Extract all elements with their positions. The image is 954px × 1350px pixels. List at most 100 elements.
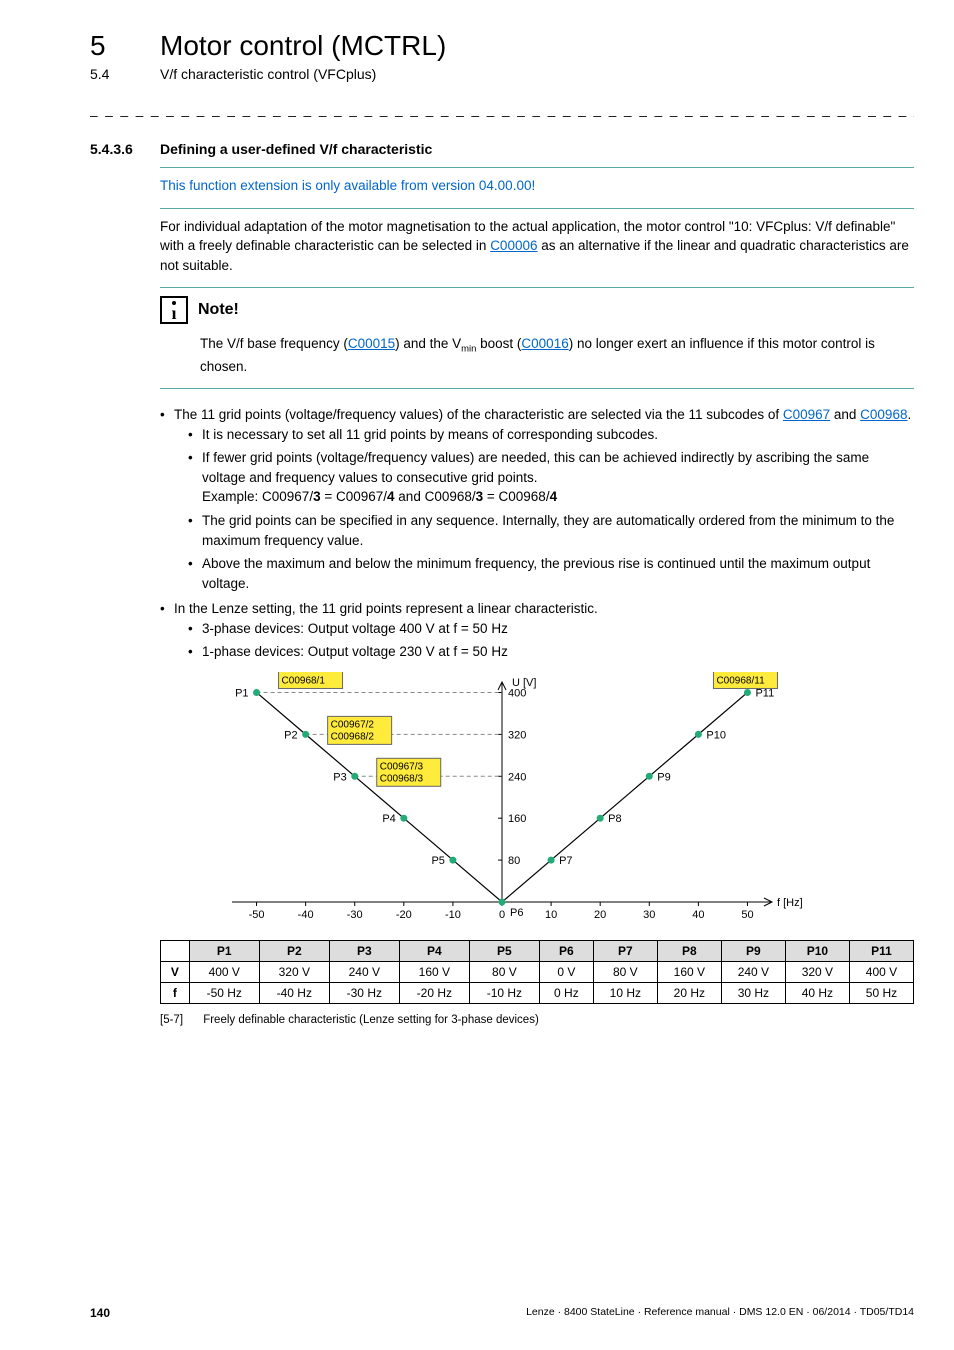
- svg-text:C00967/2: C00967/2: [331, 719, 375, 730]
- grid-points-table: P1P2P3P4P5P6P7P8P9P10P11 V400 V320 V240 …: [160, 940, 914, 1004]
- list-item: 3-phase devices: Output voltage 400 V at…: [188, 619, 914, 639]
- link-c00016[interactable]: C00016: [521, 336, 568, 351]
- table-cell: -50 Hz: [189, 982, 259, 1003]
- svg-text:P4: P4: [382, 813, 395, 825]
- svg-text:0: 0: [499, 909, 505, 921]
- table-header-cell: P4: [399, 940, 469, 961]
- svg-text:U [V]: U [V]: [512, 677, 536, 689]
- table-cell: -20 Hz: [399, 982, 469, 1003]
- svg-text:20: 20: [594, 909, 606, 921]
- section-heading: 5.4.3.6 Defining a user-defined V/f char…: [90, 141, 914, 157]
- svg-text:P11: P11: [755, 687, 774, 699]
- svg-text:P1: P1: [235, 687, 248, 699]
- table-cell: -40 Hz: [259, 982, 329, 1003]
- note-text: ) and the V: [395, 336, 461, 351]
- list-text: In the Lenze setting, the 11 grid points…: [174, 601, 598, 616]
- table-cell: 400 V: [189, 961, 259, 982]
- table-cell: 400 V: [849, 961, 913, 982]
- svg-text:C00967/3: C00967/3: [380, 761, 424, 772]
- svg-text:-30: -30: [347, 909, 363, 921]
- divider: [160, 167, 914, 168]
- svg-text:f [Hz]: f [Hz]: [777, 897, 803, 909]
- svg-text:C00967/1: C00967/1: [282, 672, 326, 674]
- list-item: Above the maximum and below the minimum …: [188, 554, 914, 593]
- list-item: In the Lenze setting, the 11 grid points…: [160, 599, 914, 662]
- section-title: Defining a user-defined V/f characterist…: [160, 141, 432, 157]
- svg-text:40: 40: [692, 909, 704, 921]
- link-c00968[interactable]: C00968: [860, 407, 907, 422]
- svg-text:C00968/11: C00968/11: [716, 675, 765, 686]
- svg-text:P3: P3: [333, 771, 346, 783]
- table-row: V400 V320 V240 V160 V80 V0 V80 V160 V240…: [161, 961, 914, 982]
- table-header-cell: P8: [657, 940, 721, 961]
- vf-chart: -50-40-30-20-100102030405080160240320400…: [90, 672, 914, 932]
- table-cell: 20 Hz: [657, 982, 721, 1003]
- table-cell: 80 V: [469, 961, 539, 982]
- svg-text:P5: P5: [431, 855, 444, 867]
- list-item: 1-phase devices: Output voltage 230 V at…: [188, 642, 914, 662]
- note-block: ı Note! The V/f base frequency (C00015) …: [160, 287, 914, 389]
- subsection-title: V/f characteristic control (VFCplus): [160, 66, 376, 82]
- note-header: ı Note!: [160, 296, 914, 324]
- list-text: The 11 grid points (voltage/frequency va…: [174, 407, 783, 422]
- chapter-number: 5: [90, 30, 160, 62]
- caption-tag: [5-7]: [160, 1014, 200, 1026]
- note-body: The V/f base frequency (C00015) and the …: [200, 334, 914, 376]
- table-cell: -30 Hz: [329, 982, 399, 1003]
- svg-text:-40: -40: [298, 909, 314, 921]
- table-header-cell: P11: [849, 940, 913, 961]
- svg-text:320: 320: [508, 729, 526, 741]
- list-text: If fewer grid points (voltage/frequency …: [202, 450, 869, 485]
- note-text: boost (: [476, 336, 521, 351]
- note-title: Note!: [198, 301, 239, 319]
- table-cell: 0 V: [539, 961, 593, 982]
- figure-caption: [5-7] Freely definable characteristic (L…: [160, 1014, 914, 1026]
- svg-text:P9: P9: [657, 771, 670, 783]
- svg-text:C00967/11: C00967/11: [716, 672, 765, 674]
- page-number: 140: [90, 1306, 110, 1320]
- svg-text:50: 50: [741, 909, 753, 921]
- table-cell: 10 Hz: [593, 982, 657, 1003]
- table-header-cell: [161, 940, 190, 961]
- table-cell: 80 V: [593, 961, 657, 982]
- svg-text:C00968/1: C00968/1: [282, 675, 326, 686]
- link-c00967[interactable]: C00967: [783, 407, 830, 422]
- list-item: It is necessary to set all 11 grid point…: [188, 425, 914, 445]
- svg-text:400: 400: [508, 687, 526, 699]
- bullet-list: The 11 grid points (voltage/frequency va…: [160, 405, 914, 662]
- list-item: The grid points can be specified in any …: [188, 511, 914, 550]
- svg-text:-50: -50: [249, 909, 265, 921]
- table-cell: 240 V: [329, 961, 399, 982]
- table-cell: 40 Hz: [785, 982, 849, 1003]
- svg-text:P10: P10: [706, 729, 726, 741]
- table-cell: 240 V: [721, 961, 785, 982]
- svg-text:10: 10: [545, 909, 557, 921]
- svg-text:240: 240: [508, 771, 526, 783]
- footer-doc-info: Lenze · 8400 StateLine · Reference manua…: [526, 1306, 914, 1320]
- svg-text:-20: -20: [396, 909, 412, 921]
- divider: [160, 208, 914, 209]
- table-cell: 320 V: [785, 961, 849, 982]
- table-header-cell: P3: [329, 940, 399, 961]
- subsection-heading: 5.4 V/f characteristic control (VFCplus): [90, 66, 914, 82]
- list-text: and: [830, 407, 860, 422]
- divider-dashes: _ _ _ _ _ _ _ _ _ _ _ _ _ _ _ _ _ _ _ _ …: [90, 102, 914, 117]
- table-body: V400 V320 V240 V160 V80 V0 V80 V160 V240…: [161, 961, 914, 1003]
- table-header-cell: P6: [539, 940, 593, 961]
- caption-text: Freely definable characteristic (Lenze s…: [203, 1014, 539, 1026]
- link-c00006[interactable]: C00006: [490, 238, 537, 253]
- table-header-cell: P1: [189, 940, 259, 961]
- svg-text:P8: P8: [608, 813, 621, 825]
- svg-text:C00968/3: C00968/3: [380, 773, 424, 784]
- svg-text:80: 80: [508, 855, 520, 867]
- svg-text:C00968/2: C00968/2: [331, 731, 375, 742]
- section-number: 5.4.3.6: [90, 141, 160, 157]
- svg-text:P2: P2: [284, 729, 297, 741]
- table-cell: 160 V: [657, 961, 721, 982]
- table-cell: 30 Hz: [721, 982, 785, 1003]
- svg-text:160: 160: [508, 813, 526, 825]
- note-text: The V/f base frequency (: [200, 336, 348, 351]
- table-row-label: f: [161, 982, 190, 1003]
- link-c00015[interactable]: C00015: [348, 336, 395, 351]
- chapter-heading: 5 Motor control (MCTRL): [90, 30, 914, 62]
